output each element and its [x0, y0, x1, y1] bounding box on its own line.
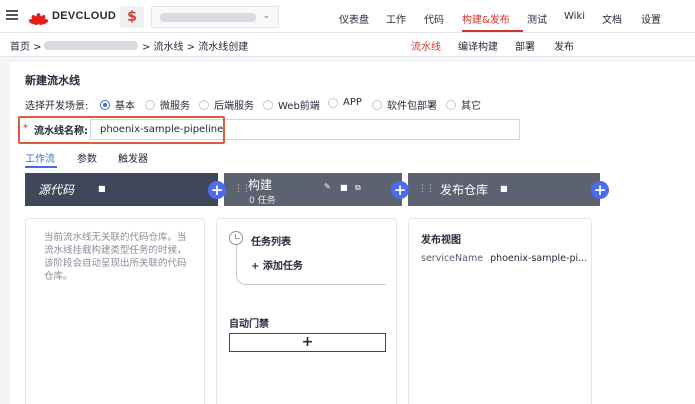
required-mark: *: [23, 123, 28, 134]
stage-title-build: 构建: [248, 178, 273, 192]
add-stage-button[interactable]: +: [208, 181, 226, 199]
add-task-button[interactable]: + 添加任务: [251, 257, 303, 272]
project-icon[interactable]: $: [120, 6, 144, 28]
stage-title-release-repo: 发布仓库: [440, 183, 489, 197]
add-stage-button[interactable]: +: [591, 181, 609, 199]
scene-option-web-frontend[interactable]: Web前端: [263, 97, 320, 112]
stage-task-count: 0 任务: [249, 196, 276, 206]
radio-icon: [372, 99, 382, 110]
brand-logo[interactable]: DEVCLOUD: [28, 9, 117, 26]
radio-icon: [328, 97, 338, 108]
auto-gate-label: 自动门禁: [229, 319, 269, 330]
subnav-release[interactable]: 发布: [554, 38, 574, 53]
service-name-value: phoenix-sample-pi...: [490, 253, 588, 264]
scene-option-other[interactable]: 其它: [446, 97, 481, 112]
source-empty-hint: 当前流水线无关联的代码仓库。当流水线挂载构建类型任务的时候，该阶段会自动呈现出所…: [44, 232, 187, 282]
project-name-redacted: [160, 13, 256, 22]
scene-option-backend[interactable]: 后端服务: [199, 97, 254, 112]
scene-label: 选择开发场景:: [25, 101, 89, 112]
radio-checked-icon: [100, 99, 110, 110]
nav-code[interactable]: 代码: [424, 11, 444, 26]
subnav-compile-build[interactable]: 编译构建: [458, 38, 498, 53]
breadcrumb-home[interactable]: 首页 >: [10, 38, 42, 53]
project-selector[interactable]: ⌄: [151, 6, 279, 28]
tab-triggers[interactable]: 触发器: [118, 150, 148, 165]
nav-active-indicator: [462, 30, 523, 32]
stage-column-build: 任务列表 + 添加任务 自动门禁 +: [216, 218, 397, 404]
stage-column-release-repo: 发布视图 serviceName phoenix-sample-pi...: [408, 218, 592, 404]
breadcrumb-bar: 首页 > > 流水线 > 流水线创建 流水线 编译构建 部署 发布: [0, 33, 695, 57]
page-title: 新建流水线: [25, 74, 80, 87]
radio-icon: [199, 99, 209, 110]
trash-icon[interactable]: ■: [98, 184, 106, 193]
tab-params[interactable]: 参数: [77, 150, 97, 165]
pencil-icon[interactable]: ✎: [324, 182, 331, 191]
nav-build-release[interactable]: 构建&发布: [462, 11, 510, 26]
radio-icon: [263, 99, 273, 110]
subnav-pipeline[interactable]: 流水线: [411, 38, 441, 53]
trash-icon[interactable]: ■: [340, 183, 348, 192]
stage-title-source: 源代码: [38, 183, 75, 197]
breadcrumb-path[interactable]: > 流水线 > 流水线创建: [142, 38, 248, 53]
subnav-deploy[interactable]: 部署: [515, 38, 535, 53]
task-list-title: 任务列表: [251, 237, 291, 248]
scene-option-app[interactable]: APP: [328, 97, 362, 108]
drag-handle-icon[interactable]: ⋮⋮: [418, 184, 435, 194]
tab-workflow[interactable]: 工作流: [25, 150, 55, 165]
stage-column-source: 当前流水线无关联的代码仓库。当流水线挂载构建类型任务的时候，该阶段会自动呈现出所…: [25, 218, 205, 404]
stage-header-release-repo: ⋮⋮ 发布仓库 ■: [408, 173, 600, 206]
stage-header-source: 源代码 ■: [25, 173, 218, 206]
add-gate-button[interactable]: +: [229, 333, 386, 352]
add-stage-button[interactable]: +: [391, 181, 409, 199]
huawei-logo-icon: [28, 9, 49, 26]
release-view-row[interactable]: serviceName phoenix-sample-pi...: [421, 253, 587, 264]
pipeline-form-card: 新建流水线 选择开发场景: 基本 微服务 后端服务 Web前端 APP 软件包部…: [10, 62, 695, 404]
task-list: 任务列表 + 添加任务: [229, 231, 387, 287]
breadcrumb-project-redacted[interactable]: [44, 41, 138, 50]
radio-icon: [446, 99, 456, 110]
top-bar: DEVCLOUD $ ⌄ 仪表盘 工作 代码 构建&发布 测试 Wiki 文档 …: [0, 0, 695, 33]
chevron-down-icon: ⌄: [262, 11, 270, 21]
clock-icon: [229, 231, 243, 245]
scene-option-basic[interactable]: 基本: [100, 97, 135, 112]
tab-active-indicator: [25, 166, 57, 168]
nav-dashboard[interactable]: 仪表盘: [339, 11, 369, 26]
radio-icon: [145, 99, 155, 110]
service-name-key: serviceName: [421, 253, 484, 264]
copy-icon[interactable]: ⧉: [355, 183, 361, 193]
pipeline-name-label: 流水线名称:: [34, 126, 88, 137]
stage-header-build: ⋮⋮ 构建 0 任务 ✎ ■ ⧉: [224, 173, 402, 206]
brand-name: DEVCLOUD: [52, 10, 117, 22]
nav-docs[interactable]: 文档: [602, 11, 622, 26]
nav-settings[interactable]: 设置: [641, 11, 661, 26]
scene-option-microservice[interactable]: 微服务: [145, 97, 190, 112]
release-view-title: 发布视图: [421, 235, 461, 246]
nav-wiki[interactable]: Wiki: [564, 11, 585, 22]
hamburger-icon[interactable]: [6, 10, 18, 20]
scene-option-package-deploy[interactable]: 软件包部署: [372, 97, 437, 112]
trash-icon[interactable]: ■: [500, 184, 508, 193]
nav-work[interactable]: 工作: [386, 11, 406, 26]
nav-test[interactable]: 测试: [527, 11, 547, 26]
